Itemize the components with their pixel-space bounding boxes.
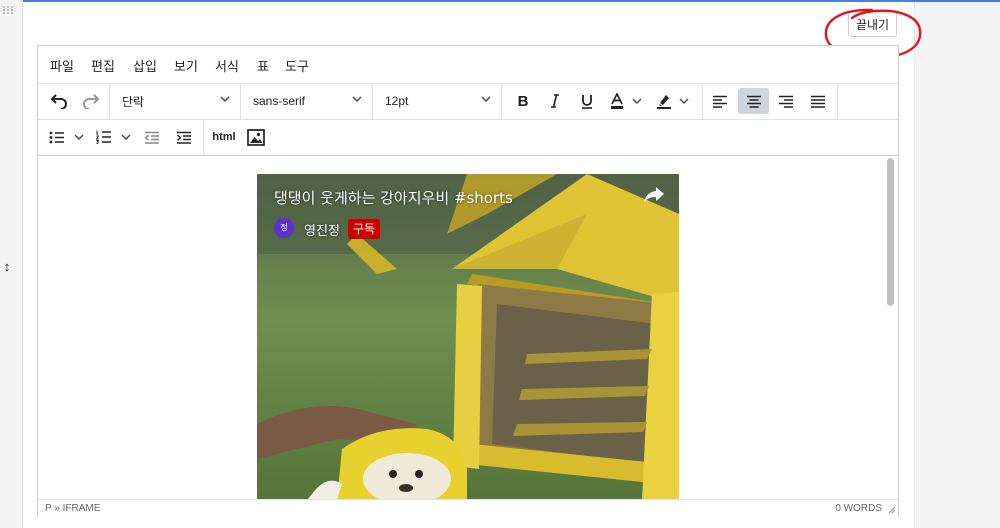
align-left-button[interactable] [706,88,734,114]
numbered-list-dropdown[interactable] [119,124,133,150]
underline-button[interactable] [573,88,601,114]
image-icon [247,128,265,146]
html-source-button[interactable]: html [209,124,239,150]
chevron-down-icon [352,96,362,102]
italic-icon [551,94,559,108]
font-family-value: sans-serif [253,94,306,108]
undo-icon [50,94,67,109]
align-right-button[interactable] [772,88,800,114]
chevron-down-icon [679,98,689,104]
highlight-color-dropdown[interactable] [678,88,690,114]
share-icon[interactable] [643,186,665,204]
channel-avatar[interactable]: 정 [274,218,294,238]
resize-handle-icon[interactable] [888,506,896,514]
content-scrollbar[interactable] [883,156,898,499]
menu-tools[interactable]: 도구 [285,56,309,75]
bullet-list-button[interactable] [45,124,69,150]
word-count[interactable]: 0 WORDS [835,503,882,514]
indent-icon [177,131,191,144]
block-format-select[interactable]: 단락 [110,83,240,119]
chevron-down-icon [121,134,131,140]
menu-format[interactable]: 서식 [215,56,239,75]
font-family-select[interactable]: sans-serif [241,83,372,119]
html-source-label: html [212,131,236,143]
text-color-icon [611,93,623,109]
insert-image-button[interactable] [242,124,270,150]
separator [501,83,502,119]
menubar: 파일 편집 삽입 보기 서식 표 도구 [38,46,898,84]
align-justify-button[interactable] [804,88,832,114]
rich-text-editor: 파일 편집 삽입 보기 서식 표 도구 단락 sans-serif 12pt B… [37,45,899,518]
menu-table[interactable]: 표 [257,56,269,75]
bullet-list-icon [49,131,64,143]
redo-icon [83,94,100,109]
highlight-icon [657,95,671,109]
statusbar: P » IFRAME 0 WORDS [38,499,898,518]
align-justify-icon [811,95,825,108]
menu-insert[interactable]: 삽입 [133,56,157,75]
font-size-value: 12pt [385,94,409,108]
menu-edit[interactable]: 편집 [91,56,115,75]
video-title[interactable]: 댕댕이 웃게하는 강아지우비 #shorts [274,187,513,208]
separator [837,83,838,119]
separator [702,83,703,119]
block-format-value: 단락 [122,94,145,109]
chevron-down-icon [481,96,491,102]
redo-button[interactable] [77,88,105,114]
separator [203,119,204,155]
scrollbar-thumb[interactable] [887,158,894,306]
editor-content[interactable]: 댕댕이 웃게하는 강아지우비 #shorts 정 영진정 구독 [38,156,898,499]
channel-name[interactable]: 영진정 [304,220,340,239]
align-center-button[interactable] [738,88,769,114]
bullet-list-dropdown[interactable] [72,124,86,150]
undo-button[interactable] [45,88,73,114]
font-size-select[interactable]: 12pt [373,83,501,119]
text-color-button[interactable] [605,88,629,114]
align-center-icon [746,95,761,108]
chevron-down-icon [74,134,84,140]
outdent-button[interactable] [138,124,166,150]
right-gutter [914,2,1000,528]
menu-view[interactable]: 보기 [174,56,198,75]
underline-icon [582,94,592,109]
drag-grip-icon[interactable] [3,6,13,14]
chevron-down-icon [632,98,642,104]
align-left-icon [713,95,727,108]
indent-button[interactable] [170,124,198,150]
top-accent-line [22,0,1000,2]
text-color-dropdown[interactable] [631,88,643,114]
embedded-video[interactable]: 댕댕이 웃게하는 강아지우비 #shorts 정 영진정 구독 [257,174,679,499]
numbered-list-button[interactable] [92,124,116,150]
left-gutter: ↕ [0,0,23,528]
outdent-icon [144,131,159,144]
align-right-icon [779,95,793,108]
menu-file[interactable]: 파일 [50,56,74,75]
bold-icon: B [517,92,529,110]
italic-button[interactable] [541,88,569,114]
formatting-toolbar-row2: html [38,119,898,156]
bold-button[interactable]: B [509,88,537,114]
highlight-color-button[interactable] [652,88,676,114]
numbered-list-icon [96,130,111,144]
element-path[interactable]: P » IFRAME [45,503,100,514]
chevron-down-icon [220,96,230,102]
formatting-toolbar: 단락 sans-serif 12pt B [38,83,898,120]
finish-button[interactable]: 끝내기 [848,11,897,37]
subscribe-button[interactable]: 구독 [348,219,381,239]
vertical-resize-icon[interactable]: ↕ [2,258,12,276]
